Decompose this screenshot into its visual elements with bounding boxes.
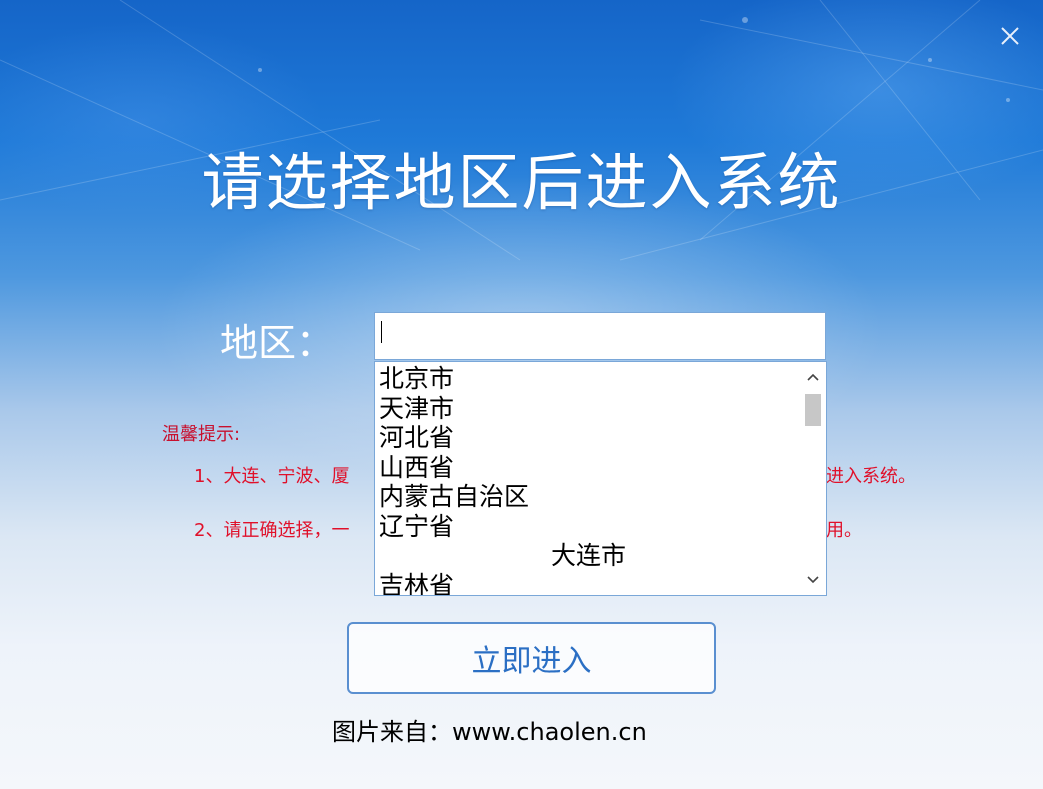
region-label: 地区： [220, 321, 335, 365]
enter-button[interactable]: 立即进入 [347, 622, 716, 694]
region-option[interactable]: 吉林省 [375, 571, 798, 595]
image-source-text: 图片来自：www.chaolen.cn [332, 718, 647, 746]
region-options: 北京市 天津市 河北省 山西省 内蒙古自治区 辽宁省 大连市 吉林省 [375, 364, 798, 595]
dropdown-scrollbar[interactable] [800, 362, 826, 595]
region-option[interactable]: 山西省 [375, 453, 798, 483]
region-option[interactable]: 大连市 [375, 541, 798, 571]
region-dropdown-list[interactable]: 北京市 天津市 河北省 山西省 内蒙古自治区 辽宁省 大连市 吉林省 [374, 361, 827, 596]
close-button[interactable] [996, 22, 1024, 50]
scroll-thumb[interactable] [805, 394, 821, 426]
scroll-up-button[interactable] [800, 364, 826, 390]
scroll-down-button[interactable] [800, 567, 826, 593]
region-input[interactable] [374, 312, 826, 360]
tips-title: 温馨提示: [162, 424, 241, 445]
region-option[interactable]: 内蒙古自治区 [375, 482, 798, 512]
text-caret [381, 321, 382, 343]
page-title: 请选择地区后进入系统 [201, 146, 842, 219]
tip-line-1-start: 1、大连、宁波、厦 [194, 466, 350, 487]
chevron-down-icon [807, 576, 819, 584]
region-option[interactable]: 北京市 [375, 364, 798, 394]
tip-line-1-end: 进入系统。 [826, 466, 916, 487]
region-option[interactable]: 辽宁省 [375, 512, 798, 542]
chevron-up-icon [807, 373, 819, 381]
close-icon [1001, 27, 1019, 45]
tip-line-2-start: 2、请正确选择，一 [194, 520, 350, 541]
region-option[interactable]: 河北省 [375, 423, 798, 453]
tip-line-2-end: 用。 [826, 520, 862, 541]
region-option[interactable]: 天津市 [375, 394, 798, 424]
